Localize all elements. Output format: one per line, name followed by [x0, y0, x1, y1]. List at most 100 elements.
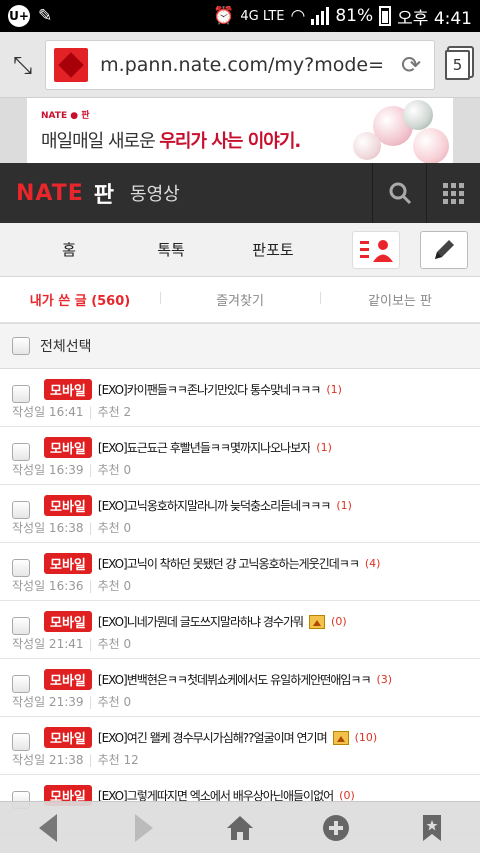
post-date: 작성일 16:41	[12, 405, 84, 419]
row-checkbox[interactable]	[12, 443, 30, 461]
back-button[interactable]	[23, 806, 73, 850]
alarm-icon: ⏰	[213, 6, 235, 26]
ad-text-highlight: 우리가 사는 이야기.	[159, 131, 301, 152]
battery-percent: 81%	[335, 6, 374, 26]
browser-toolbar: ⤡ m.pann.nate.com/my?mode= ⟳ 5	[0, 32, 480, 98]
status-bar: U+ ✎ ⏰ 4G LTE ◠ 81% 오후 4:41	[0, 0, 480, 32]
list-item[interactable]: 모바일 [EXO]변백현은ㅋㅋ첫데뷔쇼케에서도 유일하게안떤애임ㅋㅋ (3) 작…	[0, 659, 480, 717]
list-item[interactable]: 모바일 [EXO]니네가뭔데 글도쓰지말라하냐 경수가뭐 (0) 작성일 21:…	[0, 601, 480, 659]
wifi-icon: ◠	[290, 6, 306, 26]
post-title[interactable]: [EXO]됴근됴근 후빨년들ㅋㅋ몇까지나오나보자	[98, 439, 310, 456]
add-icon	[323, 814, 349, 841]
comment-count: (1)	[326, 383, 342, 396]
forward-icon	[135, 813, 153, 842]
tab-home[interactable]: 홈	[18, 239, 120, 260]
row-checkbox[interactable]	[12, 501, 30, 519]
comment-count: (0)	[331, 615, 347, 628]
image-attached-icon	[309, 614, 326, 629]
forward-button[interactable]	[119, 806, 169, 850]
comment-count: (10)	[354, 731, 378, 744]
ad-pearls-image	[343, 98, 453, 163]
post-title[interactable]: [EXO]변백현은ㅋㅋ첫데뷔쇼케에서도 유일하게안떤애임ㅋㅋ	[98, 671, 371, 688]
site-favicon-icon	[54, 47, 89, 82]
url-bar[interactable]: m.pann.nate.com/my?mode= ⟳	[45, 39, 436, 90]
write-button[interactable]	[420, 230, 468, 269]
home-icon	[227, 815, 253, 840]
subtab-my-posts[interactable]: 내가 쓴 글 (560)	[0, 290, 160, 309]
post-title[interactable]: [EXO]고닉이 착하던 못됐던 걍 고닉옹호하는게웃긴데ㅋㅋ	[98, 555, 359, 572]
row-checkbox[interactable]	[12, 385, 30, 403]
ad-banner[interactable]: NATE ● 판 매일매일 새로운 우리가 사는 이야기.	[27, 98, 453, 163]
url-text[interactable]: m.pann.nate.com/my?mode=	[100, 54, 384, 76]
home-button[interactable]	[215, 806, 265, 850]
list-item[interactable]: 모바일 [EXO]고닉이 착하던 못됐던 걍 고닉옹호하는게웃긴데ㅋㅋ (4) …	[0, 543, 480, 601]
mobile-badge: 모바일	[44, 669, 92, 690]
tab-talk[interactable]: 톡톡	[120, 239, 222, 260]
sub-tabs: 내가 쓴 글 (560) 즐겨찾기 같이보는 판	[0, 277, 480, 323]
row-checkbox[interactable]	[12, 559, 30, 577]
row-checkbox[interactable]	[12, 617, 30, 635]
comment-count: (3)	[376, 673, 393, 686]
post-recommend: 추천 0	[97, 637, 132, 651]
post-recommend: 추천 0	[97, 579, 132, 593]
post-title[interactable]: [EXO]여긴 왤케 경수무시가심해??얼굴이며 연기며	[98, 729, 327, 746]
post-recommend: 추천 0	[97, 463, 132, 477]
bookmark-button[interactable]	[407, 806, 457, 850]
search-button[interactable]	[372, 163, 426, 223]
broom-icon: ✎	[38, 6, 53, 26]
post-title[interactable]: [EXO]고닉옹호하지말라니까 늦덕충소리듣네ㅋㅋㅋ	[98, 497, 330, 514]
browser-bottom-nav	[0, 801, 480, 853]
image-attached-icon	[332, 730, 349, 745]
battery-icon	[379, 6, 392, 26]
signal-icon	[311, 7, 330, 25]
video-link[interactable]: 동영상	[130, 180, 180, 206]
comment-count: (1)	[316, 441, 332, 454]
list-item[interactable]: 모바일 [EXO]고닉옹호하지말라니까 늦덕충소리듣네ㅋㅋㅋ (1) 작성일 1…	[0, 485, 480, 543]
post-title[interactable]: [EXO]카이팬들ㅋㅋ존나기만있다 통수맞네ㅋㅋㅋ	[98, 381, 320, 398]
add-button[interactable]	[311, 806, 361, 850]
row-checkbox[interactable]	[12, 733, 30, 751]
post-date: 작성일 16:39	[12, 463, 84, 477]
post-recommend: 추천 12	[97, 753, 139, 767]
post-date: 작성일 16:36	[12, 579, 84, 593]
nate-logo[interactable]: NATE	[16, 181, 84, 206]
clock: 오후 4:41	[397, 8, 472, 29]
post-title[interactable]: [EXO]니네가뭔데 글도쓰지말라하냐 경수가뭐	[98, 613, 303, 630]
reload-icon[interactable]: ⟳	[396, 50, 426, 80]
main-tabs: 홈 톡톡 판포토	[0, 223, 480, 277]
post-date: 작성일 21:39	[12, 695, 84, 709]
tab-photo[interactable]: 판포토	[222, 239, 324, 260]
post-list: 모바일 [EXO]카이팬들ㅋㅋ존나기만있다 통수맞네ㅋㅋㅋ (1) 작성일 16…	[0, 369, 480, 833]
list-item[interactable]: 모바일 [EXO]카이팬들ㅋㅋ존나기만있다 통수맞네ㅋㅋㅋ (1) 작성일 16…	[0, 369, 480, 427]
ad-banner-container: NATE ● 판 매일매일 새로운 우리가 사는 이야기.	[0, 98, 480, 163]
post-recommend: 추천 0	[97, 695, 132, 709]
post-date: 작성일 16:38	[12, 521, 84, 535]
select-all-row: 전체선택	[0, 323, 480, 369]
select-all-checkbox[interactable]	[12, 337, 30, 355]
tab-count: 5	[452, 55, 463, 74]
my-page-button[interactable]	[352, 230, 400, 269]
bookmark-icon	[423, 814, 441, 841]
subtab-favorites[interactable]: 즐겨찾기	[160, 290, 320, 309]
tabs-button[interactable]: 5	[445, 49, 470, 80]
pan-section-title[interactable]: 판	[94, 177, 114, 209]
collapse-icon[interactable]: ⤡	[10, 47, 35, 83]
mobile-badge: 모바일	[44, 495, 92, 516]
menu-button[interactable]	[426, 163, 480, 223]
list-item[interactable]: 모바일 [EXO]됴근됴근 후빨년들ㅋㅋ몇까지나오나보자 (1) 작성일 16:…	[0, 427, 480, 485]
comment-count: (1)	[336, 499, 352, 512]
post-date: 작성일 21:41	[12, 637, 84, 651]
mobile-badge: 모바일	[44, 727, 92, 748]
nate-logo-text: NATE	[16, 180, 84, 206]
grid-menu-icon	[443, 182, 464, 204]
network-label: 4G LTE	[240, 8, 285, 24]
my-list-user-icon	[360, 239, 393, 262]
mobile-badge: 모바일	[44, 553, 92, 574]
site-header: NATE 판 동영상	[0, 163, 480, 223]
subtab-shared[interactable]: 같이보는 판	[320, 290, 480, 309]
row-checkbox[interactable]	[12, 675, 30, 693]
ad-text-plain: 매일매일 새로운	[41, 131, 160, 152]
back-icon	[39, 813, 57, 842]
mobile-badge: 모바일	[44, 379, 92, 400]
list-item[interactable]: 모바일 [EXO]여긴 왤케 경수무시가심해??얼굴이며 연기며 (10) 작성…	[0, 717, 480, 775]
